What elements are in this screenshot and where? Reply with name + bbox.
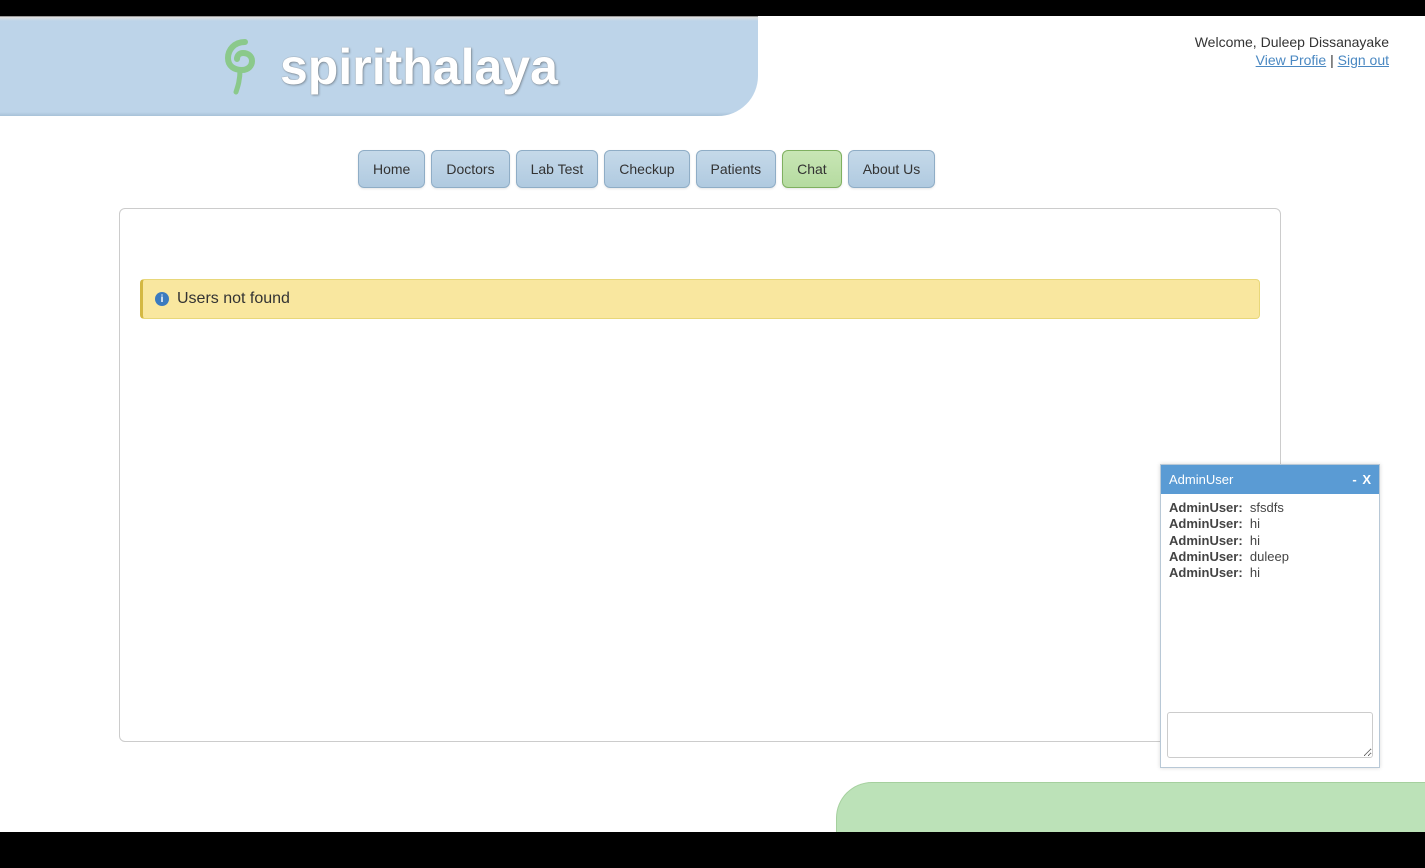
nav-about-us[interactable]: About Us xyxy=(848,150,936,188)
chat-sender: AdminUser: xyxy=(1169,565,1243,580)
content-panel: i Users not found xyxy=(119,208,1281,742)
chat-messages: AdminUser: sfsdfs AdminUser: hi AdminUse… xyxy=(1161,494,1379,706)
chat-title: AdminUser xyxy=(1169,472,1233,487)
chat-text: hi xyxy=(1250,516,1260,531)
user-links: Welcome, Duleep Dissanayake View Profie … xyxy=(1195,34,1389,68)
chat-controls: - X xyxy=(1352,472,1371,487)
letterbox-top xyxy=(0,0,1425,16)
chat-text: sfsdfs xyxy=(1250,500,1284,515)
letterbox-bottom xyxy=(0,832,1425,868)
chat-minimize-icon[interactable]: - xyxy=(1352,472,1356,487)
chat-input[interactable] xyxy=(1167,712,1373,758)
logo-icon xyxy=(218,38,272,96)
nav-lab-test[interactable]: Lab Test xyxy=(516,150,599,188)
chat-text: hi xyxy=(1250,565,1260,580)
chat-input-area xyxy=(1161,706,1379,767)
sign-out-link[interactable]: Sign out xyxy=(1338,52,1389,68)
chat-text: hi xyxy=(1250,533,1260,548)
chat-sender: AdminUser: xyxy=(1169,533,1243,548)
header-banner: spirithalaya xyxy=(0,16,758,116)
chat-message: AdminUser: sfsdfs xyxy=(1169,500,1371,516)
chat-close-icon[interactable]: X xyxy=(1362,472,1371,487)
nav-patients[interactable]: Patients xyxy=(696,150,777,188)
nav-home[interactable]: Home xyxy=(358,150,425,188)
chat-text: duleep xyxy=(1250,549,1289,564)
chat-message: AdminUser: duleep xyxy=(1169,549,1371,565)
main-nav: Home Doctors Lab Test Checkup Patients C… xyxy=(358,150,935,188)
nav-doctors[interactable]: Doctors xyxy=(431,150,509,188)
chat-sender: AdminUser: xyxy=(1169,549,1243,564)
chat-message: AdminUser: hi xyxy=(1169,516,1371,532)
nav-checkup[interactable]: Checkup xyxy=(604,150,689,188)
chat-sender: AdminUser: xyxy=(1169,516,1243,531)
brand-name: spirithalaya xyxy=(280,38,558,96)
chat-widget: AdminUser - X AdminUser: sfsdfs AdminUse… xyxy=(1160,464,1380,768)
nav-chat[interactable]: Chat xyxy=(782,150,842,188)
alert-message: Users not found xyxy=(177,290,290,308)
chat-message: AdminUser: hi xyxy=(1169,565,1371,581)
view-profile-link[interactable]: View Profie xyxy=(1256,52,1327,68)
alert-banner: i Users not found xyxy=(140,279,1260,319)
footer-decoration xyxy=(836,782,1425,832)
chat-message: AdminUser: hi xyxy=(1169,533,1371,549)
separator: | xyxy=(1326,52,1337,68)
info-icon: i xyxy=(155,292,169,306)
chat-sender: AdminUser: xyxy=(1169,500,1243,515)
welcome-text: Welcome, Duleep Dissanayake xyxy=(1195,34,1389,50)
chat-header[interactable]: AdminUser - X xyxy=(1161,465,1379,494)
